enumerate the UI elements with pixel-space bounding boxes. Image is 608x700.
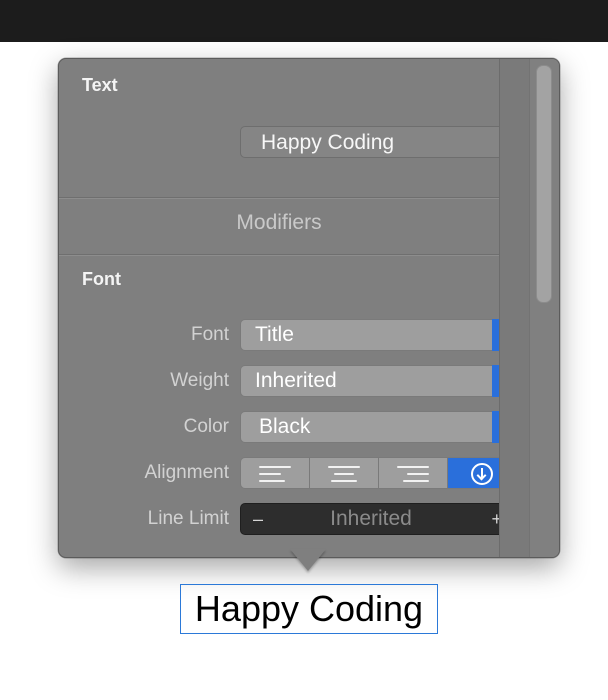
text-content-field[interactable]: Happy Coding xyxy=(240,126,500,158)
canvas-text-preview[interactable]: Happy Coding xyxy=(180,584,438,634)
color-popup-value: Black xyxy=(259,415,311,438)
align-center-button[interactable] xyxy=(309,457,378,489)
divider xyxy=(59,255,499,256)
weight-popup[interactable]: Inherited xyxy=(240,365,500,397)
font-label: Font xyxy=(190,324,229,345)
text-section-title: Text xyxy=(82,75,118,95)
color-label: Color xyxy=(183,416,229,437)
window-toolbar xyxy=(0,0,608,42)
line-limit-stepper[interactable]: – Inherited + xyxy=(240,503,502,535)
center-align-icon xyxy=(328,466,360,482)
weight-popup-value: Inherited xyxy=(255,369,337,392)
inspector-side-column xyxy=(499,59,559,557)
align-more-button[interactable] xyxy=(447,457,500,489)
inspector-popover: Text Happy Coding Modifiers Font Font Ti… xyxy=(58,58,560,558)
inspector-content: Text Happy Coding Modifiers Font Font Ti… xyxy=(59,59,502,557)
popover-arrow xyxy=(290,549,326,571)
trailing-align-icon xyxy=(397,466,429,482)
modifiers-header[interactable]: Modifiers xyxy=(59,211,499,235)
alignment-segmented-control xyxy=(240,457,500,489)
font-section-title: Font xyxy=(82,269,121,289)
scrollbar[interactable] xyxy=(529,59,559,557)
line-limit-label: Line Limit xyxy=(147,508,229,529)
color-popup[interactable]: Black xyxy=(240,411,500,443)
alignment-label: Alignment xyxy=(144,462,230,483)
weight-label: Weight xyxy=(170,370,229,391)
font-popup-value: Title xyxy=(255,323,294,346)
line-limit-value: Inherited xyxy=(330,507,412,530)
scrollbar-thumb[interactable] xyxy=(536,65,552,303)
align-leading-button[interactable] xyxy=(240,457,309,489)
divider xyxy=(59,198,499,199)
align-trailing-button[interactable] xyxy=(378,457,447,489)
down-arrow-circle-icon xyxy=(471,463,493,485)
leading-align-icon xyxy=(259,466,291,482)
font-popup[interactable]: Title xyxy=(240,319,500,351)
